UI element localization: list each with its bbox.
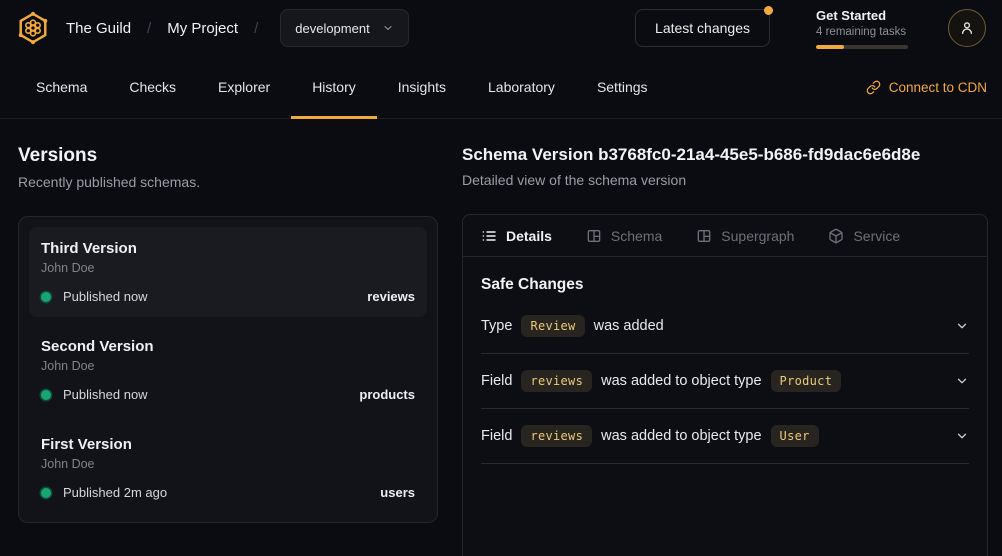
latest-changes-label: Latest changes (655, 20, 750, 36)
detail-tab-label: Service (853, 228, 900, 244)
schema-version-subtitle: Detailed view of the schema version (462, 172, 988, 188)
expand-chevron-icon[interactable] (955, 319, 969, 333)
detail-tab-label: Supergraph (721, 228, 794, 244)
nav-tab-insights[interactable]: Insights (377, 56, 467, 118)
detail-tab-supergraph[interactable]: Supergraph (696, 228, 794, 244)
detail-tabs: Details Schema Supergraph Service (463, 215, 987, 257)
version-published-status: Published now (63, 289, 148, 304)
breadcrumb-separator: / (254, 20, 258, 37)
changes-list: Type Review was added Field reviews was added… (481, 299, 969, 464)
version-meta: Published 2m ago users (41, 485, 415, 500)
get-started-subtitle: 4 remaining tasks (816, 26, 908, 38)
change-text: was added (594, 318, 664, 334)
nav-tabs: SchemaChecksExplorerHistoryInsightsLabor… (15, 56, 669, 118)
version-service-name: users (380, 485, 415, 500)
change-row[interactable]: Field reviews was added to object type User (481, 409, 969, 464)
version-name: First Version (41, 436, 415, 453)
nav-tab-history[interactable]: History (291, 56, 377, 118)
progress-fill (816, 45, 844, 49)
nav-tab-settings[interactable]: Settings (576, 56, 669, 118)
version-list-item[interactable]: First Version John Doe Published 2m ago use… (29, 423, 427, 513)
header-actions: Latest changes Get Started 4 remaining t… (635, 8, 986, 49)
version-name: Second Version (41, 338, 415, 355)
change-code-badge: reviews (521, 370, 592, 392)
change-code-badge: User (771, 425, 819, 447)
detail-body: Safe Changes Type Review was added Field rev… (463, 276, 987, 464)
detail-tab-label: Schema (611, 228, 662, 244)
target-selector-dropdown[interactable]: development (280, 9, 408, 47)
breadcrumb-org[interactable]: The Guild (66, 20, 131, 37)
project-nav: SchemaChecksExplorerHistoryInsightsLabor… (0, 56, 1002, 119)
version-detail-card: Details Schema Supergraph Service Safe Chan… (462, 214, 988, 556)
version-author: John Doe (41, 261, 415, 275)
nav-tab-laboratory[interactable]: Laboratory (467, 56, 576, 118)
change-code-badge: Review (521, 315, 584, 337)
detail-tab-service[interactable]: Service (828, 228, 900, 244)
version-detail-panel: Schema Version b3768fc0-21a4-45e5-b686-f… (462, 119, 988, 556)
get-started-progress-track (816, 45, 908, 49)
change-code-badge: reviews (521, 425, 592, 447)
detail-tab-label: Details (506, 228, 552, 244)
notification-dot (764, 6, 773, 15)
version-list-item[interactable]: Third Version John Doe Published now review… (29, 227, 427, 317)
get-started-widget[interactable]: Get Started 4 remaining tasks (816, 8, 908, 49)
connect-to-cdn-button[interactable]: Connect to CDN (866, 80, 987, 95)
breadcrumb-separator: / (147, 20, 151, 37)
versions-panel: Versions Recently published schemas. Thi… (18, 119, 438, 556)
version-meta: Published now products (41, 387, 415, 402)
versions-subtitle: Recently published schemas. (18, 174, 438, 190)
detail-tab-details[interactable]: Details (481, 228, 552, 244)
versions-list: Third Version John Doe Published now review… (18, 216, 438, 523)
safe-changes-title: Safe Changes (481, 276, 969, 294)
version-published-status: Published now (63, 387, 148, 402)
change-text: was added to object type (601, 428, 761, 444)
version-name: Third Version (41, 240, 415, 257)
published-status-dot-icon (41, 488, 51, 498)
version-author: John Doe (41, 457, 415, 471)
expand-chevron-icon[interactable] (955, 429, 969, 443)
columns-icon (586, 228, 602, 244)
version-service-name: reviews (367, 289, 415, 304)
user-avatar-button[interactable] (948, 9, 986, 47)
expand-chevron-icon[interactable] (955, 374, 969, 388)
breadcrumb-project[interactable]: My Project (167, 20, 238, 37)
detail-tab-schema[interactable]: Schema (586, 228, 662, 244)
published-status-dot-icon (41, 390, 51, 400)
schema-version-title: Schema Version b3768fc0-21a4-45e5-b686-f… (462, 145, 988, 165)
version-published-status: Published 2m ago (63, 485, 167, 500)
change-code-badge: Product (771, 370, 842, 392)
change-text: Field (481, 428, 512, 444)
change-text: Field (481, 373, 512, 389)
columns-icon (696, 228, 712, 244)
get-started-title: Get Started (816, 8, 908, 23)
connect-to-cdn-label: Connect to CDN (889, 80, 987, 95)
version-service-name: products (359, 387, 415, 402)
list-icon (481, 228, 497, 244)
nav-tab-explorer[interactable]: Explorer (197, 56, 291, 118)
change-row[interactable]: Type Review was added (481, 299, 969, 354)
hive-logo-icon[interactable] (16, 11, 50, 45)
chevron-down-icon (382, 22, 394, 34)
target-selector-value: development (295, 21, 369, 36)
version-author: John Doe (41, 359, 415, 373)
nav-tab-checks[interactable]: Checks (108, 56, 197, 118)
nav-tab-schema[interactable]: Schema (15, 56, 108, 118)
change-row[interactable]: Field reviews was added to object type Prod… (481, 354, 969, 409)
published-status-dot-icon (41, 292, 51, 302)
version-meta: Published now reviews (41, 289, 415, 304)
cube-icon (828, 228, 844, 244)
version-list-item[interactable]: Second Version John Doe Published now produ… (29, 325, 427, 415)
main-content: Versions Recently published schemas. Thi… (0, 119, 1002, 556)
latest-changes-button[interactable]: Latest changes (635, 9, 770, 47)
change-text: was added to object type (601, 373, 761, 389)
link-icon (866, 80, 881, 95)
breadcrumb: The Guild / My Project / development (16, 9, 409, 47)
change-text: Type (481, 318, 512, 334)
person-icon (959, 20, 975, 36)
top-header: The Guild / My Project / development Lat… (0, 0, 1002, 56)
versions-title: Versions (18, 145, 438, 167)
